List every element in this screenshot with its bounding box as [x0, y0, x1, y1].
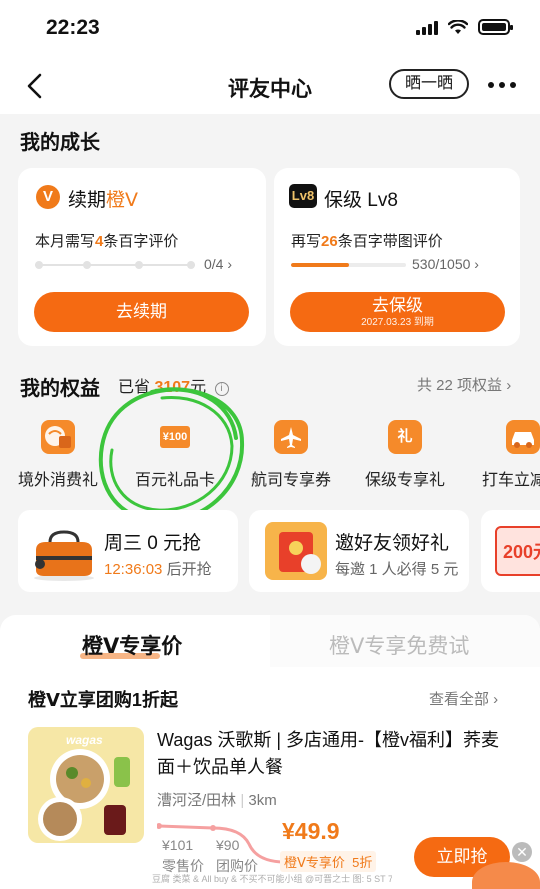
status-time: 22:23 [46, 16, 100, 39]
v-price-caption: 橙Ⅴ专享价 5折 [280, 851, 377, 872]
status-icons [416, 19, 513, 35]
benefit-taxi[interactable]: 打车立减 [468, 420, 540, 490]
promo-sub: 每邀 1 人必得 5 元 [335, 561, 459, 578]
renew-card-desc: 本月需写4条百字评价 [35, 233, 179, 250]
product-image[interactable]: wagas [28, 727, 144, 843]
share-button[interactable]: 晒一晒 [389, 69, 469, 99]
keep-level-button[interactable]: 去保级 2027.03.23 到期 [290, 292, 505, 332]
tab-exclusive-price[interactable]: 橙Ⅴ专享价 [82, 630, 182, 660]
renew-progress-text: 0/4 › [204, 256, 233, 272]
promo-title: 周三 0 元抢 [104, 533, 202, 554]
all-benefits-link[interactable]: 共 22 项权益 › [417, 374, 511, 395]
promo-title: 邀好友领好礼 [335, 533, 450, 554]
signal-icon [416, 20, 438, 35]
renew-progress-track [35, 261, 195, 269]
promo-countdown: 12:36:03 后开抢 [104, 561, 212, 578]
battery-icon [478, 19, 513, 35]
benefits-section-title: 我的权益 [20, 378, 100, 400]
nav-bar: 评友中心 晒一晒 [0, 58, 540, 114]
more-icon[interactable] [488, 82, 516, 90]
wifi-icon [448, 19, 468, 34]
bag-globe-icon [41, 420, 75, 454]
red-envelope-icon [265, 522, 327, 580]
gift-box-icon: 礼 [388, 420, 422, 454]
invite-promo-card[interactable]: 邀好友领好礼 每邀 1 人必得 5 元 [249, 510, 469, 592]
level-card-desc: 再写26条百字带图评价 [291, 233, 443, 250]
level-progress-fill [291, 263, 350, 267]
v-badge-icon: V [36, 185, 60, 209]
group-price: ¥90 [216, 837, 240, 853]
coupon-promo-card[interactable]: 200元 [481, 510, 540, 592]
tab-free-trial[interactable]: 橙Ⅴ专享免费试 [329, 630, 469, 660]
level-progress-bar [291, 263, 406, 267]
level-card: Lv8 保级 Lv8 再写26条百字带图评价 530/1050 › 去保级 202… [274, 168, 520, 346]
retail-price: ¥101 [162, 837, 194, 853]
product-name[interactable]: Wagas 沃歌斯 | 多店通用-【橙v福利】荞麦面＋饮品单人餐 [157, 727, 507, 781]
level-badge-icon: Lv8 [289, 184, 317, 208]
coupon-icon: 200元 [495, 526, 540, 576]
benefit-airline[interactable]: 航司专享券 [236, 420, 346, 490]
benefit-level-gift[interactable]: 礼 保级专享礼 [350, 420, 460, 490]
renew-card: V 续期橙Ⅴ 本月需写4条百字评价 0/4 › 去续期 [18, 168, 266, 346]
close-icon[interactable]: ✕ [512, 842, 532, 862]
group-buy-title: 橙Ⅴ立享团购1折起 [28, 690, 178, 710]
product-location: 漕河泾/田林 | 3km [157, 792, 277, 809]
view-all-link[interactable]: 查看全部 › [429, 688, 498, 709]
back-arrow-icon[interactable] [22, 72, 50, 100]
level-progress-text: 530/1050 › [412, 256, 479, 272]
level-card-title: 保级 Lv8 [324, 190, 398, 211]
wednesday-promo-card[interactable]: 周三 0 元抢 12:36:03 后开抢 [18, 510, 238, 592]
annotation-circle [98, 387, 245, 523]
renew-button[interactable]: 去续期 [34, 292, 249, 332]
status-bar: 22:23 [0, 0, 540, 58]
v-price: ¥49.9 [282, 818, 340, 844]
footer-note: 豆腐 类菜 & All buy & 不买不可能小组 @可晋之士 图: 5 ST … [152, 874, 392, 884]
car-icon [506, 420, 540, 454]
duffel-bag-icon [34, 530, 94, 581]
renew-card-title: 续期橙Ⅴ [68, 190, 139, 211]
plane-ticket-icon [274, 420, 308, 454]
growth-section-title: 我的成长 [20, 132, 100, 154]
